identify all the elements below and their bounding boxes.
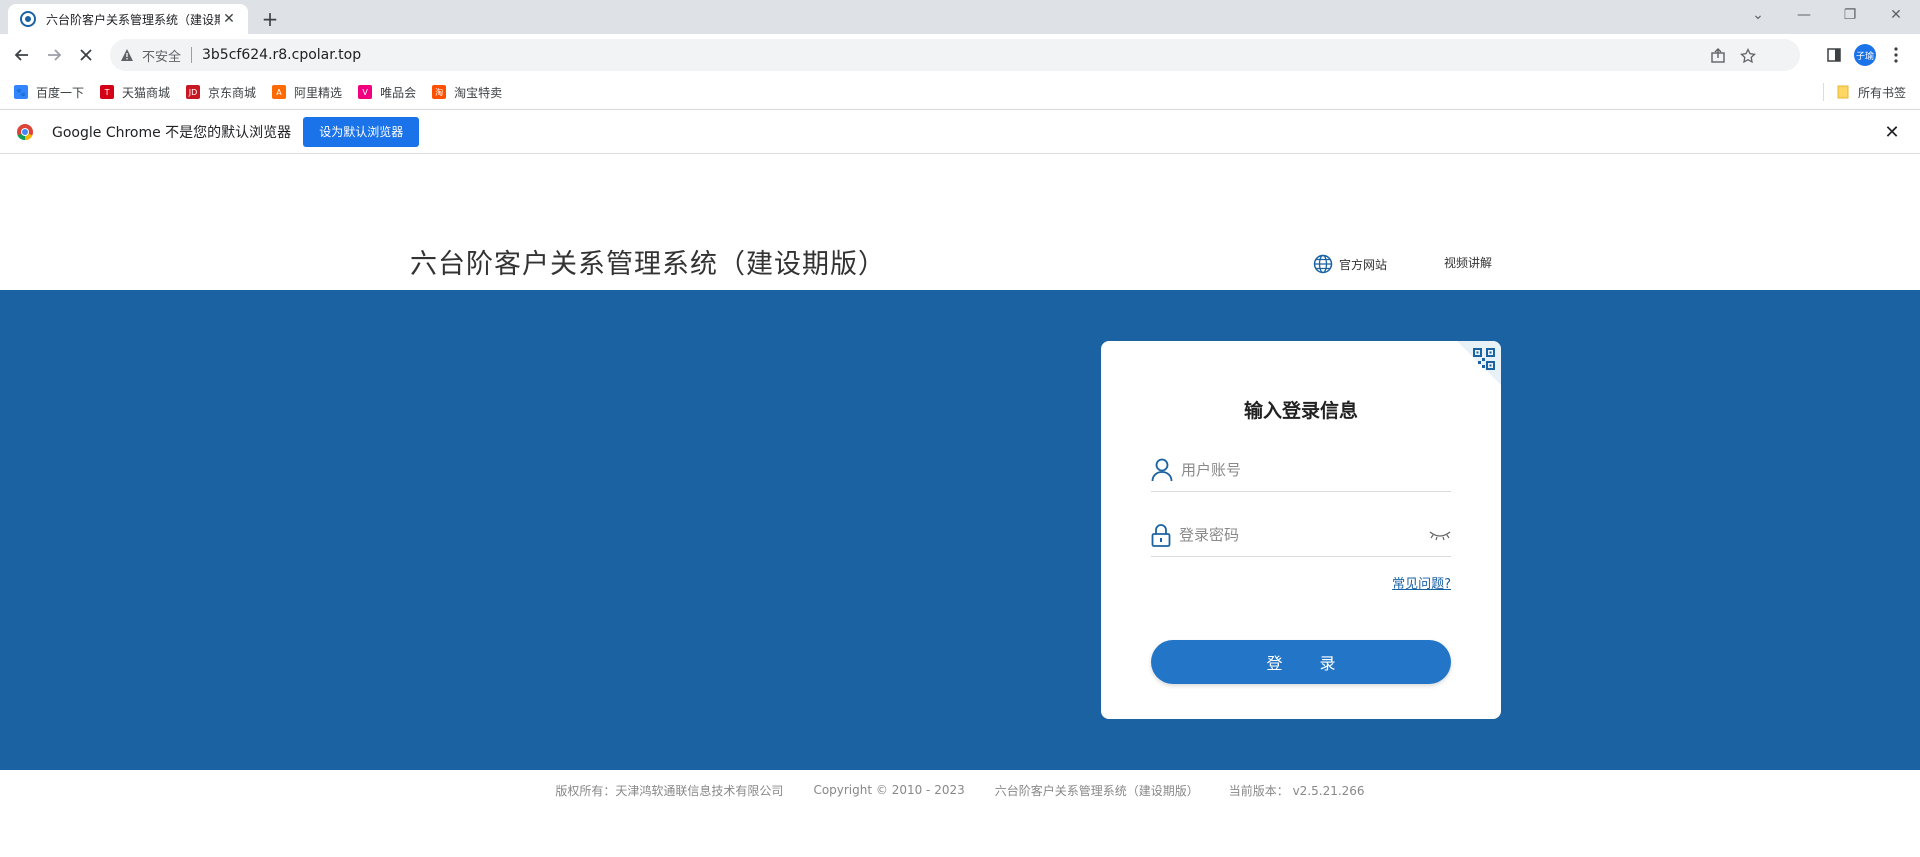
- bookmark-jd[interactable]: JD 京东商城: [186, 84, 256, 101]
- site-favicon-icon: [20, 11, 36, 27]
- side-panel-icon[interactable]: [1820, 41, 1848, 69]
- security-label[interactable]: 不安全: [142, 46, 181, 65]
- video-tutorial-link[interactable]: 视频讲解: [1444, 254, 1492, 271]
- all-bookmarks-button[interactable]: 所有书签: [1822, 75, 1906, 109]
- infobar-message: Google Chrome 不是您的默认浏览器: [52, 124, 292, 141]
- hero-banner: [0, 290, 1920, 770]
- login-card: 输入登录信息 常见问题? 登 录: [1101, 341, 1501, 719]
- official-site-label: 官方网站: [1339, 257, 1388, 272]
- back-button[interactable]: [8, 41, 36, 69]
- bookmark-aliexpress[interactable]: A 阿里精选: [272, 84, 342, 101]
- stop-loading-button[interactable]: [72, 41, 100, 69]
- bookmark-star-icon[interactable]: [1738, 46, 1758, 66]
- taobao-icon: 淘: [432, 85, 447, 99]
- video-tutorial-label: 视频讲解: [1444, 256, 1493, 270]
- share-icon[interactable]: [1708, 46, 1728, 66]
- password-field[interactable]: [1151, 513, 1451, 557]
- omnibox-separator: [191, 47, 193, 63]
- footer-copyright-years: Copyright © 2010 - 2023: [813, 783, 965, 797]
- address-bar[interactable]: 不安全 3b5cf624.r8.cpolar.top: [110, 39, 1800, 71]
- bookmark-label: 百度一下: [36, 85, 85, 100]
- login-button[interactable]: 登 录: [1151, 640, 1451, 684]
- eye-closed-icon[interactable]: [1429, 528, 1451, 542]
- bookmark-label: 唯品会: [380, 85, 417, 100]
- bookmark-label: 阿里精选: [294, 85, 343, 100]
- footer-system-name: 六台阶客户关系管理系统（建设期版）: [994, 783, 1199, 798]
- user-icon: [1151, 458, 1173, 481]
- bookmark-baidu[interactable]: 🐾 百度一下: [14, 84, 84, 101]
- tab-close-icon[interactable]: ✕: [220, 10, 238, 28]
- footer-copyright-owner: 版权所有：天津鸿软通联信息技术有限公司: [555, 783, 784, 798]
- minimize-button[interactable]: —: [1781, 0, 1827, 30]
- menu-kebab-icon[interactable]: [1882, 41, 1910, 69]
- folder-icon: [1837, 85, 1849, 99]
- bookmark-label: 天猫商城: [122, 85, 171, 100]
- baidu-paw-icon: 🐾: [14, 85, 28, 99]
- vip-icon: V: [358, 85, 373, 99]
- infobar-close-icon[interactable]: ✕: [1882, 122, 1902, 143]
- username-input[interactable]: [1181, 460, 1451, 479]
- page-header: 六台阶客户关系管理系统（建设期版） 官方网站 视频讲解: [0, 154, 1920, 290]
- password-input[interactable]: [1179, 525, 1429, 544]
- new-tab-button[interactable]: +: [258, 7, 282, 31]
- stop-icon: [80, 49, 92, 61]
- forward-arrow-icon: [48, 49, 62, 61]
- close-window-button[interactable]: ✕: [1873, 0, 1919, 30]
- forward-button[interactable]: [40, 41, 68, 69]
- back-arrow-icon: [14, 49, 28, 61]
- tab-strip: 六台阶客户关系管理系统（建设期版） ✕ + ⌄ — ❐ ✕: [0, 0, 1920, 34]
- page-title: 六台阶客户关系管理系统（建设期版）: [410, 249, 886, 280]
- bookmark-label: 淘宝特卖: [454, 85, 503, 100]
- tab-search-icon[interactable]: ⌄: [1735, 0, 1781, 30]
- warning-icon: [121, 49, 133, 61]
- restore-button[interactable]: ❐: [1827, 0, 1873, 30]
- tmall-icon: T: [100, 85, 115, 99]
- all-bookmarks-label: 所有书签: [1857, 85, 1906, 100]
- chrome-logo-icon: [17, 123, 33, 140]
- profile-button[interactable]: 子瑜: [1851, 41, 1879, 69]
- bookmarks-divider: [1822, 83, 1824, 101]
- bookmark-taobao[interactable]: 淘 淘宝特卖: [432, 84, 502, 101]
- login-title: 输入登录信息: [1243, 400, 1358, 422]
- page-footer: 版权所有：天津鸿软通联信息技术有限公司 Copyright © 2010 - 2…: [0, 770, 1920, 810]
- faq-link[interactable]: 常见问题?: [1101, 573, 1451, 592]
- browser-toolbar: 不安全 3b5cf624.r8.cpolar.top 子瑜: [0, 34, 1920, 75]
- username-field[interactable]: [1151, 448, 1451, 492]
- url-text[interactable]: 3b5cf624.r8.cpolar.top: [202, 47, 361, 63]
- globe-icon: [1313, 254, 1333, 274]
- aliexpress-icon: A: [272, 85, 287, 99]
- browser-tab[interactable]: 六台阶客户关系管理系统（建设期版） ✕: [8, 4, 248, 34]
- jd-icon: JD: [186, 85, 201, 99]
- tab-title: 六台阶客户关系管理系统（建设期版）: [46, 12, 220, 27]
- profile-avatar: 子瑜: [1854, 44, 1876, 66]
- bookmark-tmall[interactable]: T 天猫商城: [100, 84, 170, 101]
- bookmark-vip[interactable]: V 唯品会: [358, 84, 416, 101]
- bookmarks-bar: 🐾 百度一下 T 天猫商城 JD 京东商城 A 阿里精选 V 唯品会 淘 淘宝特…: [0, 75, 1920, 109]
- lock-icon: [1151, 523, 1171, 547]
- footer-version: 当前版本： v2.5.21.266: [1228, 783, 1365, 798]
- qr-code-login-icon[interactable]: [1457, 341, 1501, 385]
- set-default-browser-button[interactable]: 设为默认浏览器: [303, 116, 420, 147]
- official-site-link[interactable]: 官方网站: [1313, 254, 1387, 274]
- default-browser-infobar: Google Chrome 不是您的默认浏览器 设为默认浏览器 ✕: [0, 109, 1920, 154]
- bookmark-label: 京东商城: [208, 85, 257, 100]
